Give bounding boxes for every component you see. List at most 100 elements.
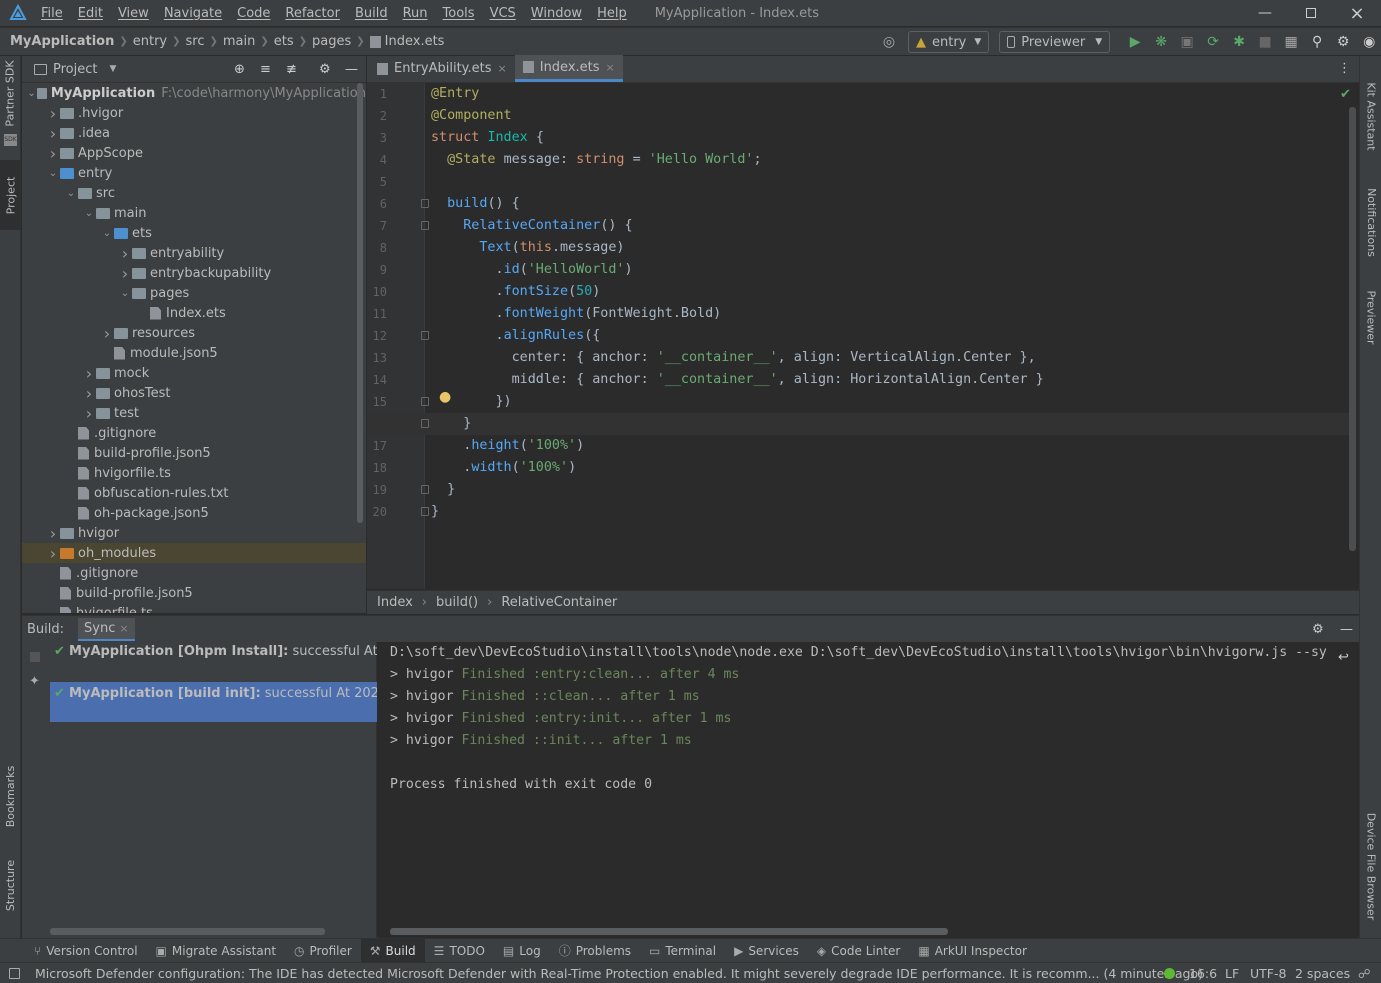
collapse-all-icon[interactable]: ≢ (286, 62, 297, 77)
structure-tab[interactable]: Structure (0, 852, 21, 918)
tree-root-row[interactable]: ⌄ MyApplication F:\code\harmony\MyApplic… (22, 83, 366, 103)
maximize-icon[interactable] (1288, 0, 1334, 26)
breadcrumb-item[interactable]: Index.ets (385, 34, 445, 49)
editor-scrollbar[interactable] (1349, 107, 1356, 551)
device-manager-icon[interactable]: ▦ (1278, 31, 1304, 53)
stop-icon[interactable]: ■ (1252, 31, 1278, 53)
pin-icon[interactable]: ✦ (29, 674, 40, 689)
project-tab[interactable]: Project (0, 160, 21, 230)
fold-marker-icon[interactable] (421, 331, 429, 340)
chevron-right-icon[interactable]: › (100, 324, 114, 343)
breadcrumb-item[interactable]: entry (133, 34, 167, 49)
tool-arkui-inspector[interactable]: ▦ ArkUI Inspector (909, 939, 1036, 963)
expand-all-icon[interactable]: ≡ (260, 62, 271, 77)
chevron-down-icon[interactable]: ⌄ (64, 188, 78, 199)
inspection-ok-icon[interactable]: ✔ (1340, 87, 1351, 102)
tool-code-linter[interactable]: ◈ Code Linter (808, 939, 909, 963)
previewer-tab[interactable]: Previewer (1360, 282, 1381, 352)
debug-icon[interactable]: ❋ (1148, 31, 1174, 53)
tree-item[interactable]: › AppScope (22, 143, 366, 163)
status-ok-icon[interactable] (1164, 968, 1175, 979)
menu-item-refactor[interactable]: Refactor (278, 6, 348, 21)
chevron-right-icon[interactable]: › (118, 244, 132, 263)
build-tree-scrollbar[interactable] (50, 928, 325, 935)
breadcrumb-item[interactable]: ets (274, 34, 294, 49)
tree-item[interactable]: › hvigor (22, 523, 366, 543)
tree-item[interactable]: › resources (22, 323, 366, 343)
fold-marker-icon[interactable] (421, 221, 429, 230)
chevron-down-icon[interactable]: ⌄ (46, 168, 60, 179)
tree-item[interactable]: oh-package.json5 (22, 503, 366, 523)
fold-marker-icon[interactable] (421, 485, 429, 494)
chevron-right-icon[interactable]: › (46, 544, 60, 563)
close-icon[interactable]: × (1334, 0, 1380, 26)
tree-item[interactable]: › entrybackupability (22, 263, 366, 283)
search-icon[interactable]: ⚲ (1304, 31, 1330, 53)
sync-tab[interactable]: Sync × (78, 617, 135, 641)
file-encoding[interactable]: UTF-8 (1250, 966, 1286, 981)
fold-marker-icon[interactable] (421, 419, 429, 428)
tree-item[interactable]: › ohosTest (22, 383, 366, 403)
tab-index-ets[interactable]: Index.ets × (514, 55, 623, 82)
fold-marker-icon[interactable] (421, 199, 429, 208)
tree-item[interactable]: ⌄ ets (22, 223, 366, 243)
tree-item[interactable]: › oh_modules (22, 543, 366, 563)
device-file-browser-tab[interactable]: Device File Browser (1360, 806, 1381, 926)
chevron-right-icon[interactable]: › (118, 264, 132, 283)
toggle-panels-icon[interactable] (9, 967, 20, 979)
tree-item[interactable]: .gitignore (22, 423, 366, 443)
stop-icon[interactable] (30, 652, 40, 662)
profile-icon[interactable]: ✱ (1226, 31, 1252, 53)
tree-item[interactable]: obfuscation-rules.txt (22, 483, 366, 503)
tool-profiler[interactable]: ◷ Profiler (285, 939, 361, 963)
breadcrumb-item[interactable]: main (223, 34, 255, 49)
line-separator[interactable]: LF (1225, 966, 1239, 981)
tree-item[interactable]: › mock (22, 363, 366, 383)
chevron-right-icon[interactable]: › (46, 144, 60, 163)
output-scrollbar[interactable] (390, 928, 948, 935)
tree-item[interactable]: › .hvigor (22, 103, 366, 123)
tool-log[interactable]: ▤ Log (494, 939, 550, 963)
minimize-icon[interactable]: — (1242, 0, 1288, 26)
tool-version-control[interactable]: ⑂ Version Control (25, 939, 147, 963)
menu-item-code[interactable]: Code (230, 6, 278, 21)
tree-item[interactable]: › test (22, 403, 366, 423)
partner-sdk-tab[interactable]: Partner SDK (0, 60, 21, 126)
tree-item[interactable]: ⌄ src (22, 183, 366, 203)
gear-icon[interactable]: ⚙ (1312, 622, 1324, 637)
menu-item-help[interactable]: Help (590, 6, 635, 21)
tree-item[interactable]: hvigorfile.ts (22, 603, 366, 613)
menu-item-navigate[interactable]: Navigate (157, 6, 230, 21)
notifications-tab[interactable]: Notifications (1360, 172, 1381, 272)
cursor-position[interactable]: 16:6 (1189, 966, 1217, 981)
menu-item-file[interactable]: File (34, 6, 71, 21)
chevron-right-icon[interactable]: › (82, 384, 96, 403)
close-icon[interactable]: × (119, 622, 128, 635)
tree-item[interactable]: module.json5 (22, 343, 366, 363)
tree-item[interactable]: hvigorfile.ts (22, 463, 366, 483)
hide-panel-icon[interactable]: — (1340, 622, 1353, 637)
target-icon[interactable]: ◎ (876, 31, 902, 53)
chevron-right-icon[interactable]: › (82, 364, 96, 383)
breadcrumb-item[interactable]: pages (312, 34, 351, 49)
hide-panel-icon[interactable]: — (345, 62, 358, 77)
indent-setting[interactable]: 2 spaces (1295, 966, 1350, 981)
close-icon[interactable]: × (498, 62, 507, 75)
wrap-icon[interactable]: ↩ (1338, 650, 1349, 665)
editor-crumb-item[interactable]: RelativeContainer (501, 595, 617, 610)
tree-item[interactable]: .gitignore (22, 563, 366, 583)
chevron-down-icon[interactable]: ▼ (109, 64, 116, 74)
breadcrumb-item[interactable]: src (186, 34, 205, 49)
lock-icon[interactable]: ☍ (1358, 966, 1371, 981)
menu-item-run[interactable]: Run (396, 6, 436, 21)
account-icon[interactable]: ◉ (1356, 31, 1381, 53)
tool-services[interactable]: ▶ Services (725, 939, 808, 963)
run-config-select[interactable]: ▲ entry ▼ (908, 31, 990, 53)
menu-item-build[interactable]: Build (348, 6, 396, 21)
close-icon[interactable]: × (606, 61, 615, 74)
settings-icon[interactable]: ⚙ (1330, 31, 1356, 53)
menu-item-window[interactable]: Window (524, 6, 590, 21)
chevron-down-icon[interactable]: ⌄ (100, 228, 114, 239)
editor-crumb-item[interactable]: Index (377, 595, 413, 610)
tool-problems[interactable]: ⓘ Problems (550, 939, 640, 963)
